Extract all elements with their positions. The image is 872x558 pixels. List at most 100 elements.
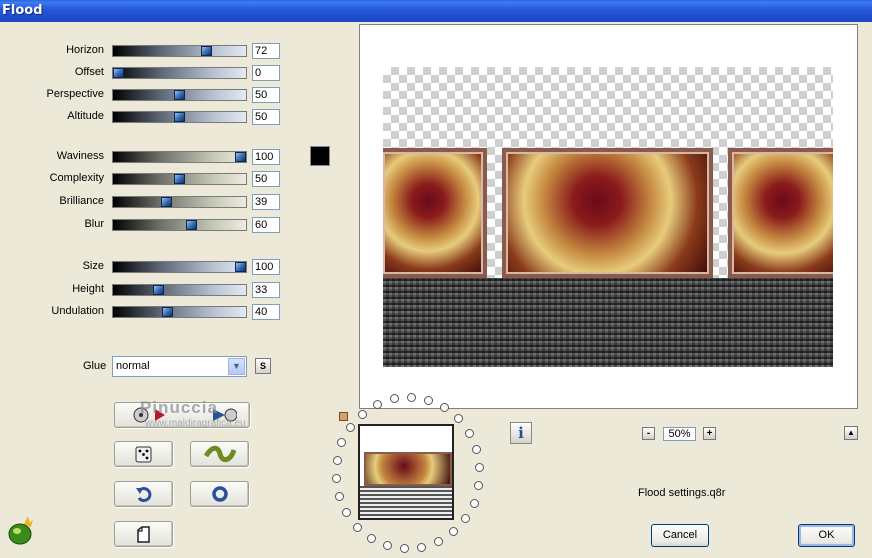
ring-dot (335, 491, 345, 501)
navigator-handle[interactable] (339, 412, 348, 421)
color-swatch[interactable] (310, 146, 330, 166)
slider-row-horizon: Horizon 72 (0, 42, 290, 60)
slider-thumb[interactable] (174, 90, 185, 100)
slider-row-brilliance: Brilliance 39 (0, 193, 290, 211)
thumbnail-panel (364, 452, 452, 486)
slider-thumb[interactable] (113, 68, 124, 78)
slider-label: Undulation (51, 305, 104, 317)
chevron-down-icon[interactable]: ▼ (228, 358, 245, 375)
slider-label: Size (82, 260, 104, 272)
slider-thumb[interactable] (174, 112, 185, 122)
zoom-out-button[interactable]: - (642, 427, 655, 440)
slider-track-size[interactable] (112, 261, 247, 273)
title-bar: Flood (0, 0, 872, 22)
glue-select[interactable]: normal ▼ (112, 356, 247, 377)
flood-water (383, 278, 833, 367)
center-panel-image (502, 148, 713, 278)
app-logo-icon (8, 516, 33, 545)
ring-dot (382, 540, 392, 550)
slider-row-waviness: Waviness 100 (0, 148, 290, 166)
ring-dot (469, 498, 479, 508)
cancel-button[interactable]: Cancel (651, 524, 709, 547)
slider-track-horizon[interactable] (112, 45, 247, 57)
slider-label: Waviness (56, 150, 104, 162)
slider-track-waviness[interactable] (112, 151, 247, 163)
slider-label: Height (72, 283, 104, 295)
slider-value-altitude[interactable]: 50 (252, 109, 280, 125)
slider-value-perspective[interactable]: 50 (252, 87, 280, 103)
slider-thumb[interactable] (161, 197, 172, 207)
slider-track-perspective[interactable] (112, 89, 247, 101)
slider-track-complexity[interactable] (112, 173, 247, 185)
slider-thumb[interactable] (186, 220, 197, 230)
slider-label: Complexity (49, 172, 104, 184)
glue-s-button[interactable]: S (255, 358, 271, 374)
ok-button[interactable]: OK (798, 524, 855, 547)
slider-label: Offset (74, 66, 104, 78)
ring-dot (417, 542, 427, 552)
ring-dot (475, 463, 485, 473)
slider-value-size[interactable]: 100 (252, 259, 280, 275)
ring-dot (353, 522, 363, 532)
ring-dot (471, 445, 481, 455)
slider-value-complexity[interactable]: 50 (252, 171, 280, 187)
ring-dot (358, 409, 368, 419)
randomize-button[interactable] (114, 441, 173, 467)
ring-dot (464, 428, 474, 438)
slider-track-blur[interactable] (112, 219, 247, 231)
page-icon (136, 526, 150, 543)
ring-dot (474, 481, 484, 491)
settings-filename: Flood settings.q8r (638, 487, 726, 499)
collapse-up-button[interactable]: ▲ (844, 426, 858, 440)
slider-value-offset[interactable]: 0 (252, 65, 280, 81)
ring-dot (346, 422, 356, 432)
slider-thumb[interactable] (235, 152, 246, 162)
slider-track-altitude[interactable] (112, 111, 247, 123)
slider-label: Perspective (46, 88, 104, 100)
slider-track-undulation[interactable] (112, 306, 247, 318)
thumbnail-water (360, 486, 452, 518)
slider-label: Brilliance (59, 195, 104, 207)
wave-button[interactable] (190, 441, 249, 467)
slider-track-brilliance[interactable] (112, 196, 247, 208)
slider-track-height[interactable] (112, 284, 247, 296)
copy-button[interactable] (114, 521, 173, 547)
glue-label: Glue (83, 360, 107, 372)
slider-value-brilliance[interactable]: 39 (252, 194, 280, 210)
slider-value-waviness[interactable]: 100 (252, 149, 280, 165)
ring-dot (448, 527, 458, 537)
slider-label: Altitude (67, 110, 104, 122)
slider-value-undulation[interactable]: 40 (252, 304, 280, 320)
reset-button[interactable] (190, 481, 249, 507)
ring-dot (460, 514, 470, 524)
ring-dot (433, 537, 443, 547)
slider-thumb[interactable] (162, 307, 173, 317)
ring-dot (440, 403, 449, 413)
slider-value-height[interactable]: 33 (252, 282, 280, 298)
slider-thumb[interactable] (153, 285, 164, 295)
ring-dot (366, 533, 376, 543)
ring-dot (337, 438, 347, 448)
info-button[interactable]: i (510, 422, 532, 444)
navigator-thumbnail[interactable] (358, 424, 454, 520)
ring-dot (406, 392, 416, 402)
slider-thumb[interactable] (235, 262, 246, 272)
ring-dot (332, 455, 342, 465)
slider-thumb[interactable] (201, 46, 212, 56)
glue-value: normal (116, 360, 150, 372)
ring-dot (400, 544, 410, 553)
zoom-in-button[interactable]: + (703, 427, 716, 440)
slider-label: Blur (84, 218, 104, 230)
slider-thumb[interactable] (174, 174, 185, 184)
preview-canvas[interactable] (359, 24, 858, 409)
slider-track-offset[interactable] (112, 67, 247, 79)
slider-value-horizon[interactable]: 72 (252, 43, 280, 59)
undo-button[interactable] (114, 481, 173, 507)
preview-image (383, 67, 833, 367)
slider-value-blur[interactable]: 60 (252, 217, 280, 233)
slider-row-blur: Blur 60 (0, 216, 290, 234)
slider-row-complexity: Complexity 50 (0, 170, 290, 188)
window-title: Flood (2, 3, 43, 18)
play-preview-button[interactable] (114, 402, 250, 428)
ring-dot (453, 414, 463, 424)
